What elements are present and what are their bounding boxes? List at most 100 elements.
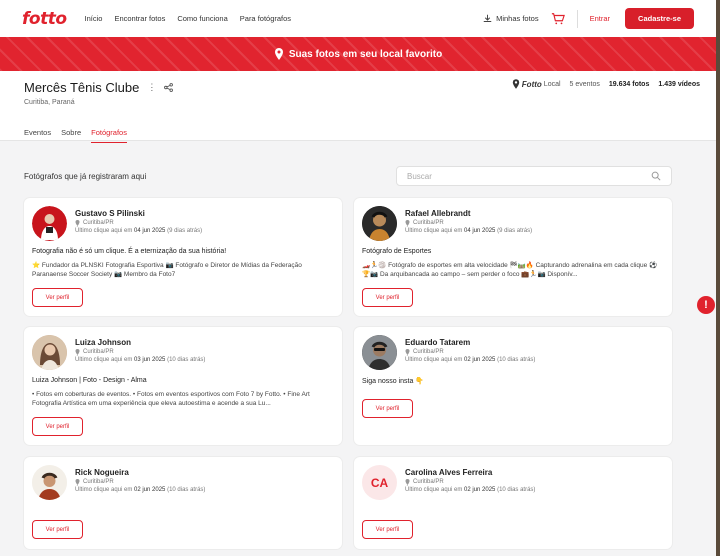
last-click-date: 03 jun 2025 — [134, 357, 166, 363]
view-profile-button[interactable]: Ver perfil — [362, 288, 413, 307]
avatar[interactable] — [32, 335, 67, 370]
venue-stats: Fotto Local 5 eventos 19.634 fotos 1.439… — [512, 79, 700, 89]
avatar[interactable] — [32, 465, 67, 500]
photographer-name[interactable]: Carolina Alves Ferreira — [405, 468, 492, 477]
last-click-prefix: Último clique aqui em — [405, 228, 463, 234]
photographer-name[interactable]: Luiza Johnson — [75, 338, 131, 347]
last-click-ago: (10 dias atrás) — [497, 487, 536, 493]
venue-location: Curitiba, Paraná — [24, 99, 75, 106]
photographer-city: Curitiba/PR — [413, 220, 444, 226]
photographer-name[interactable]: Rick Nogueira — [75, 468, 129, 477]
photographer-card: Eduardo Tatarem Curitiba/PR Último cliqu… — [354, 327, 672, 445]
search-placeholder: Buscar — [407, 171, 432, 181]
pin-icon — [512, 79, 519, 89]
brand-suffix: Local — [543, 80, 561, 88]
last-click: Último clique aqui em 02 jun 2025 (10 di… — [405, 357, 535, 363]
photographer-location: Curitiba/PR — [75, 479, 114, 485]
photographer-headline: Siga nosso insta 👇 — [362, 378, 425, 385]
nav-link-encontrar-fotos[interactable]: Encontrar fotos — [114, 14, 165, 23]
photographer-city: Curitiba/PR — [83, 220, 114, 226]
videos-count: 1.439 vídeos — [658, 80, 700, 88]
photographer-name[interactable]: Gustavo S Pilinski — [75, 209, 145, 218]
last-click-ago: (9 dias atrás) — [497, 228, 533, 234]
last-click-prefix: Último clique aqui em — [405, 357, 463, 363]
venue-title-row: Mercês Tênis Clube ⋮ — [24, 80, 174, 95]
more-icon[interactable]: ⋮ — [147, 82, 156, 93]
photographer-headline: Fotógrafo de Esportes — [362, 248, 432, 255]
tab-sobre[interactable]: Sobre — [61, 128, 81, 143]
last-click: Último clique aqui em 02 jun 2025 (10 di… — [75, 487, 205, 493]
tab-eventos[interactable]: Eventos — [24, 128, 51, 143]
photographer-city: Curitiba/PR — [83, 479, 114, 485]
signup-button[interactable]: Cadastre-se — [625, 8, 694, 29]
my-photos-label: Minhas fotos — [496, 14, 539, 23]
photographer-name[interactable]: Rafael Allebrandt — [405, 209, 471, 218]
photographer-location: Curitiba/PR — [405, 349, 444, 355]
photographer-card: Luiza Johnson Curitiba/PR Último clique … — [24, 327, 342, 445]
photographer-city: Curitiba/PR — [83, 349, 114, 355]
avatar[interactable] — [362, 206, 397, 241]
photos-count: 19.634 fotos — [608, 80, 650, 88]
photographer-card: CA Carolina Alves Ferreira Curitiba/PR Ú… — [354, 457, 672, 549]
photographer-headline: Fotografia não é só um clique. É a etern… — [32, 248, 227, 255]
pin-icon — [405, 479, 410, 485]
nav-link-para-fotografos[interactable]: Para fotógrafos — [240, 14, 291, 23]
my-photos-link[interactable]: Minhas fotos — [483, 14, 539, 23]
last-click-prefix: Último clique aqui em — [75, 487, 133, 493]
tab-fotografos[interactable]: Fotógrafos — [91, 128, 127, 143]
last-click-date: 02 jun 2025 — [464, 357, 496, 363]
photographer-location: Curitiba/PR — [75, 349, 114, 355]
fotto-logo[interactable]: fotto — [22, 9, 67, 29]
brand-name: Fotto — [521, 79, 542, 89]
pin-icon — [405, 220, 410, 226]
photographer-location: Curitiba/PR — [405, 220, 444, 226]
last-click-ago: (10 dias atrás) — [167, 357, 206, 363]
photographer-card: Rafael Allebrandt Curitiba/PR Último cli… — [354, 198, 672, 316]
nav-link-como-funciona[interactable]: Como funciona — [177, 14, 227, 23]
last-click: Último clique aqui em 04 jun 2025 (9 dia… — [75, 228, 202, 234]
view-profile-button[interactable]: Ver perfil — [362, 399, 413, 418]
top-navbar: fotto Início Encontrar fotos Como funcio… — [0, 0, 716, 37]
view-profile-button[interactable]: Ver perfil — [362, 520, 413, 539]
events-count: 5 eventos — [569, 80, 600, 88]
photographer-card: Gustavo S Pilinski Curitiba/PR Último cl… — [24, 198, 342, 316]
photographer-name[interactable]: Eduardo Tatarem — [405, 338, 470, 347]
photographer-headline: Luiza Johnson | Foto - Design - Alma — [32, 377, 147, 384]
pin-icon — [405, 349, 410, 355]
view-profile-button[interactable]: Ver perfil — [32, 417, 83, 436]
venue-name: Mercês Tênis Clube — [24, 80, 140, 95]
avatar[interactable] — [362, 335, 397, 370]
search-icon[interactable] — [651, 171, 661, 181]
photographer-bio: 🏎️🏃🏐 Fotógrafo de esportes em alta veloc… — [362, 262, 658, 279]
last-click: Último clique aqui em 03 jun 2025 (10 di… — [75, 357, 205, 363]
login-link[interactable]: Entrar — [590, 14, 610, 23]
pin-icon — [75, 349, 80, 355]
share-icon[interactable] — [164, 83, 174, 92]
photographer-location: Curitiba/PR — [75, 220, 114, 226]
avatar[interactable] — [32, 206, 67, 241]
last-click-date: 02 jun 2025 — [464, 487, 496, 493]
photographer-bio: • Fotos em coberturas de eventos. • Foto… — [32, 391, 310, 408]
avatar[interactable]: CA — [362, 465, 397, 500]
last-click: Último clique aqui em 04 jun 2025 (9 dia… — [405, 228, 532, 234]
banner-text: Suas fotos em seu local favorito — [288, 48, 443, 60]
cart-icon[interactable] — [551, 12, 565, 26]
last-click-date: 04 jun 2025 — [464, 228, 496, 234]
last-click-prefix: Último clique aqui em — [75, 357, 133, 363]
search-input[interactable]: Buscar — [396, 166, 672, 186]
last-click-date: 04 jun 2025 — [134, 228, 166, 234]
view-profile-button[interactable]: Ver perfil — [32, 520, 83, 539]
venue-header: Mercês Tênis Clube ⋮ Curitiba, Paraná Fo… — [0, 71, 716, 143]
photographer-city: Curitiba/PR — [413, 349, 444, 355]
window-edge — [716, 0, 720, 556]
view-profile-button[interactable]: Ver perfil — [32, 288, 83, 307]
photographer-card: Rick Nogueira Curitiba/PR Último clique … — [24, 457, 342, 549]
photographer-location: Curitiba/PR — [405, 479, 444, 485]
info-icon[interactable]: ! — [697, 296, 715, 314]
last-click-ago: (9 dias atrás) — [167, 228, 203, 234]
last-click-ago: (10 dias atrás) — [167, 487, 206, 493]
last-click-date: 02 jun 2025 — [134, 487, 166, 493]
venue-tabs: Eventos Sobre Fotógrafos — [24, 128, 127, 143]
nav-actions: Minhas fotos Entrar Cadastre-se — [483, 8, 694, 29]
nav-link-inicio[interactable]: Início — [85, 14, 103, 23]
